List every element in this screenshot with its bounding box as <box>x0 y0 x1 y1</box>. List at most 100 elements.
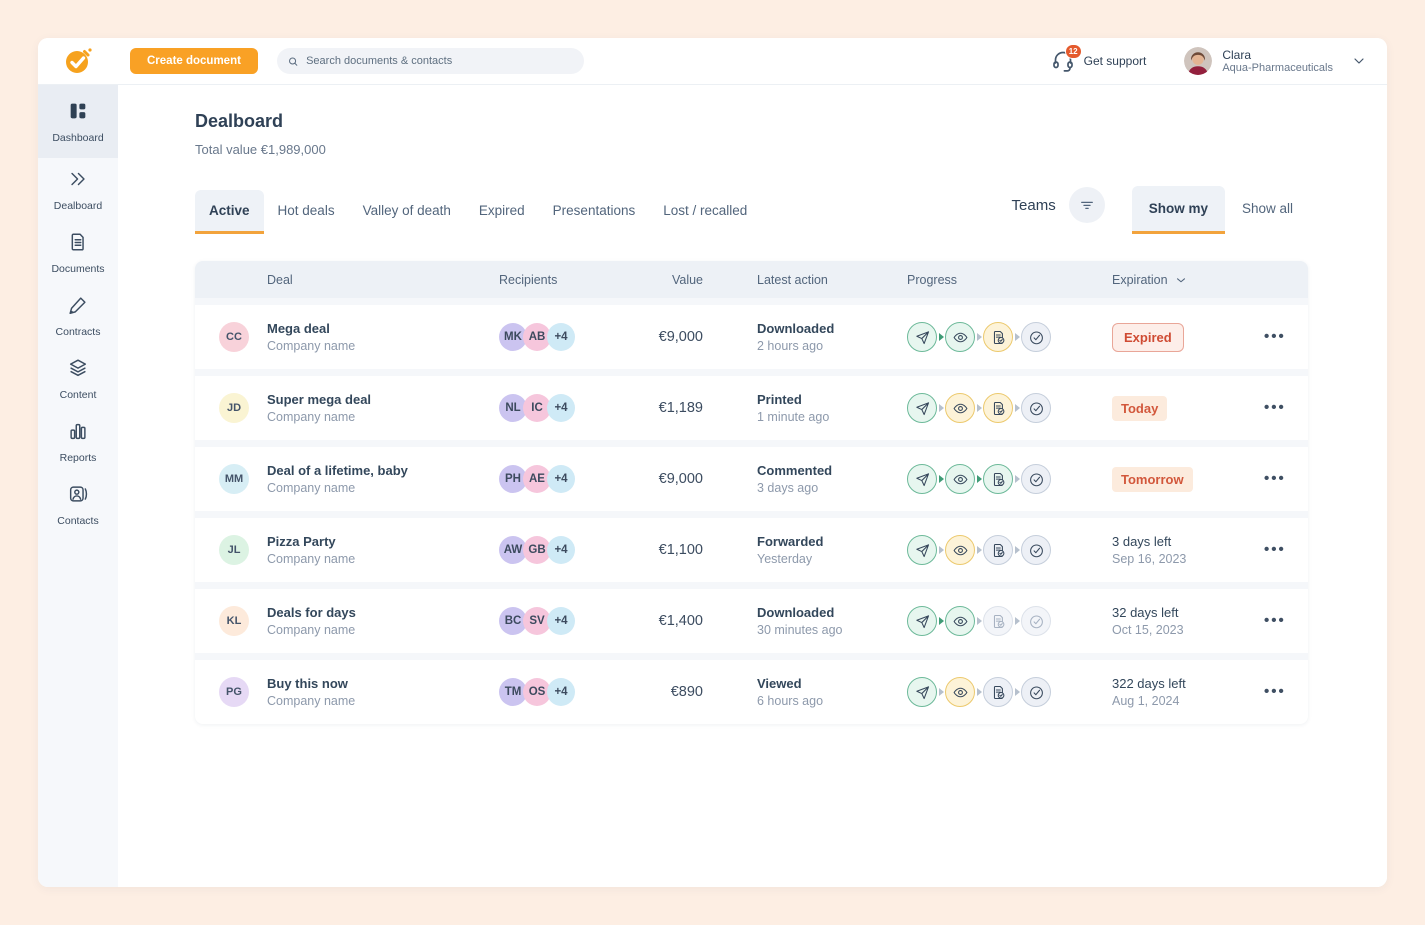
user-menu[interactable]: Clara Aqua-Pharmaceuticals <box>1184 47 1367 75</box>
expiration-badge: Expired <box>1112 323 1184 352</box>
progress-step-document-check-icon[interactable] <box>983 606 1013 636</box>
progress-steps <box>907 464 1112 494</box>
progress-step-eye-icon[interactable] <box>945 393 975 423</box>
search-input[interactable] <box>306 55 574 67</box>
tab-lost-recalled[interactable]: Lost / recalled <box>649 190 761 234</box>
progress-steps <box>907 606 1112 636</box>
tab-presentations[interactable]: Presentations <box>539 190 650 234</box>
latest-action-time: Yesterday <box>757 552 907 566</box>
progress-step-check-circle-icon[interactable] <box>1021 464 1051 494</box>
app-window: Create document 12 Get support <box>38 38 1387 887</box>
deal-tabs: ActiveHot dealsValley of deathExpiredPre… <box>195 190 761 234</box>
progress-step-document-check-icon[interactable] <box>983 464 1013 494</box>
progress-step-check-circle-icon[interactable] <box>1021 677 1051 707</box>
sidebar-item-dealboard[interactable]: Dealboard <box>38 158 118 221</box>
progress-step-send-icon[interactable] <box>907 677 937 707</box>
progress-step-send-icon[interactable] <box>907 535 937 565</box>
row-menu-button[interactable]: ••• <box>1264 399 1286 416</box>
table-row[interactable]: KLDeals for daysCompany nameBCSV+4€1,400… <box>195 589 1308 653</box>
tab-expired[interactable]: Expired <box>465 190 539 234</box>
teams-filter[interactable]: Teams <box>1012 187 1105 233</box>
deal-name: Super mega deal <box>267 392 371 407</box>
contracts-icon <box>67 294 89 321</box>
progress-step-eye-icon[interactable] <box>945 606 975 636</box>
main-content: Dealboard Total value €1,989,000 ActiveH… <box>118 85 1387 887</box>
column-header-expiration[interactable]: Expiration <box>1112 273 1258 287</box>
support-badge: 12 <box>1065 44 1082 59</box>
recipient-more-chip[interactable]: +4 <box>547 678 575 706</box>
progress-step-document-check-icon[interactable] <box>983 393 1013 423</box>
progress-step-eye-icon[interactable] <box>945 464 975 494</box>
create-document-button[interactable]: Create document <box>130 48 258 74</box>
progress-connector <box>939 475 944 483</box>
app-logo-icon[interactable] <box>62 45 94 77</box>
row-menu-button[interactable]: ••• <box>1264 612 1286 629</box>
tab-active[interactable]: Active <box>195 190 264 234</box>
recipient-more-chip[interactable]: +4 <box>547 394 575 422</box>
sidebar-item-contracts[interactable]: Contracts <box>38 284 118 347</box>
sidebar-item-reports[interactable]: Reports <box>38 410 118 473</box>
sidebar-item-label: Content <box>60 389 97 401</box>
row-menu-button[interactable]: ••• <box>1264 541 1286 558</box>
latest-action: Downloaded <box>757 605 907 620</box>
sidebar-item-content[interactable]: Content <box>38 347 118 410</box>
expiration-days: 322 days left <box>1112 676 1258 691</box>
latest-action: Viewed <box>757 676 907 691</box>
deal-name: Buy this now <box>267 676 355 691</box>
table-row[interactable]: PGBuy this nowCompany nameTMOS+4€890View… <box>195 660 1308 724</box>
progress-step-send-icon[interactable] <box>907 606 937 636</box>
table-row[interactable]: MMDeal of a lifetime, babyCompany namePH… <box>195 447 1308 511</box>
show-all-toggle[interactable]: Show all <box>1225 186 1310 234</box>
progress-step-send-icon[interactable] <box>907 322 937 352</box>
recipient-more-chip[interactable]: +4 <box>547 465 575 493</box>
deal-avatar: PG <box>219 677 249 707</box>
column-header-latest-action: Latest action <box>757 273 907 287</box>
tab-valley-of-death[interactable]: Valley of death <box>349 190 465 234</box>
progress-step-check-circle-icon[interactable] <box>1021 606 1051 636</box>
deal-value: €1,400 <box>657 613 757 629</box>
progress-step-eye-icon[interactable] <box>945 535 975 565</box>
deal-name: Deal of a lifetime, baby <box>267 463 408 478</box>
progress-step-send-icon[interactable] <box>907 464 937 494</box>
latest-action-time: 2 hours ago <box>757 339 907 353</box>
get-support-button[interactable]: 12 Get support <box>1051 49 1147 73</box>
row-menu-button[interactable]: ••• <box>1264 328 1286 345</box>
recipient-more-chip[interactable]: +4 <box>547 323 575 351</box>
progress-step-send-icon[interactable] <box>907 393 937 423</box>
topbar: Create document 12 Get support <box>38 38 1387 85</box>
progress-step-eye-icon[interactable] <box>945 322 975 352</box>
expiration-days: 3 days left <box>1112 534 1258 549</box>
table-row[interactable]: CCMega dealCompany nameMKAB+4€9,000Downl… <box>195 305 1308 369</box>
progress-step-check-circle-icon[interactable] <box>1021 535 1051 565</box>
recipient-more-chip[interactable]: +4 <box>547 607 575 635</box>
progress-connector <box>1015 333 1020 341</box>
row-menu-button[interactable]: ••• <box>1264 683 1286 700</box>
sidebar-item-label: Contracts <box>56 326 101 338</box>
progress-connector <box>1015 546 1020 554</box>
progress-step-document-check-icon[interactable] <box>983 322 1013 352</box>
chevron-down-icon[interactable] <box>1351 53 1367 69</box>
progress-step-eye-icon[interactable] <box>945 677 975 707</box>
content-icon <box>67 357 89 384</box>
table-row[interactable]: JDSuper mega dealCompany nameNLIC+4€1,18… <box>195 376 1308 440</box>
filter-icon[interactable] <box>1069 187 1105 223</box>
progress-steps <box>907 535 1112 565</box>
show-my-toggle[interactable]: Show my <box>1132 186 1225 234</box>
recipient-more-chip[interactable]: +4 <box>547 536 575 564</box>
row-menu-button[interactable]: ••• <box>1264 470 1286 487</box>
sidebar-item-dashboard[interactable]: Dashboard <box>38 85 118 158</box>
progress-step-document-check-icon[interactable] <box>983 535 1013 565</box>
deal-value: €1,189 <box>657 400 757 416</box>
search-bar[interactable] <box>277 48 584 74</box>
progress-step-check-circle-icon[interactable] <box>1021 393 1051 423</box>
tab-hot-deals[interactable]: Hot deals <box>264 190 349 234</box>
progress-steps <box>907 393 1112 423</box>
sidebar-item-label: Contacts <box>57 515 98 527</box>
progress-connector <box>977 617 982 625</box>
deal-company: Company name <box>267 481 408 495</box>
sidebar-item-documents[interactable]: Documents <box>38 221 118 284</box>
table-row[interactable]: JLPizza PartyCompany nameAWGB+4€1,100For… <box>195 518 1308 582</box>
progress-step-document-check-icon[interactable] <box>983 677 1013 707</box>
sidebar-item-contacts[interactable]: Contacts <box>38 473 118 536</box>
progress-step-check-circle-icon[interactable] <box>1021 322 1051 352</box>
